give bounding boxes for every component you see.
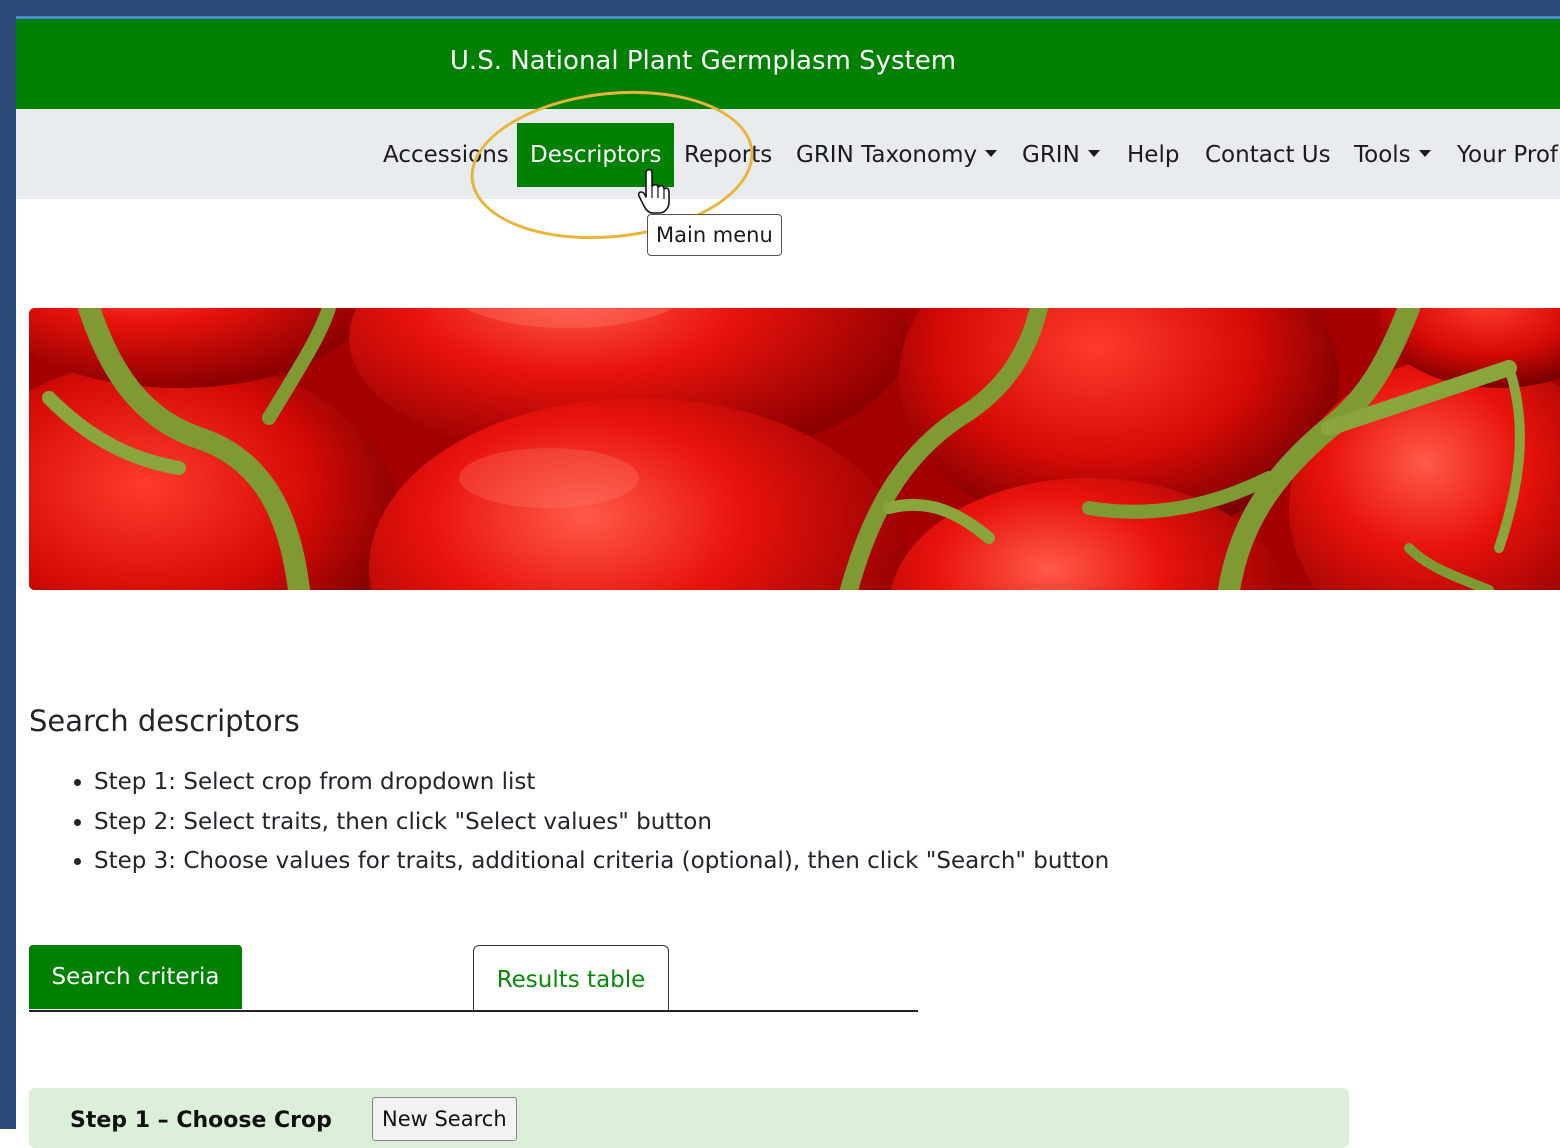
nav-item-reports[interactable]: Reports <box>671 123 785 187</box>
nav-item-help[interactable]: Help <box>1114 123 1192 187</box>
nav-item-accessions[interactable]: Accessions <box>370 123 522 187</box>
nav-label: Help <box>1127 142 1180 168</box>
site-header: U.S. National Plant Germplasm System <box>16 19 1560 109</box>
page-title: Search descriptors <box>29 704 300 738</box>
nav-label: Tools <box>1354 142 1411 168</box>
nav-label: Accessions <box>383 142 509 168</box>
step1-label: Step 1 – Choose Crop <box>70 1108 332 1133</box>
window-frame-top <box>0 0 1560 19</box>
new-search-button[interactable]: New Search <box>372 1097 517 1141</box>
caret-down-icon <box>1087 150 1100 157</box>
tab-divider <box>29 1010 918 1012</box>
nav-item-your-profile[interactable]: Your Prof <box>1444 123 1560 187</box>
nav-label: Contact Us <box>1205 142 1331 168</box>
tooltip: Main menu <box>647 214 782 256</box>
tomato-banner-illustration <box>29 308 1560 590</box>
nav-label: GRIN Taxonomy <box>796 142 978 168</box>
nav-label: Reports <box>684 142 773 168</box>
instruction-list: Step 1: Select crop from dropdown list S… <box>59 763 1109 882</box>
site-title: U.S. National Plant Germplasm System <box>449 46 957 76</box>
tab-search-criteria[interactable]: Search criteria <box>29 945 242 1009</box>
main-navbar: Accessions Descriptors Reports GRIN Taxo… <box>16 109 1560 199</box>
nav-label: Descriptors <box>530 142 662 168</box>
caret-down-icon <box>985 150 998 157</box>
list-item: Step 1: Select crop from dropdown list <box>94 763 1109 803</box>
nav-item-grin-taxonomy[interactable]: GRIN Taxonomy <box>783 123 1010 187</box>
nav-label: GRIN <box>1022 142 1080 168</box>
nav-item-contact-us[interactable]: Contact Us <box>1192 123 1344 187</box>
hero-banner-image <box>29 308 1560 590</box>
window-frame-left <box>0 0 16 1129</box>
list-item: Step 3: Choose values for traits, additi… <box>94 842 1109 882</box>
nav-item-grin[interactable]: GRIN <box>1009 123 1113 187</box>
hand-pointer-icon <box>637 168 670 214</box>
list-item: Step 2: Select traits, then click "Selec… <box>94 803 1109 843</box>
nav-label: Your Prof <box>1457 142 1558 168</box>
tab-results-table[interactable]: Results table <box>473 945 669 1010</box>
nav-item-tools[interactable]: Tools <box>1341 123 1444 187</box>
step1-panel: Step 1 – Choose Crop New Search <box>29 1088 1349 1148</box>
caret-down-icon <box>1418 150 1431 157</box>
